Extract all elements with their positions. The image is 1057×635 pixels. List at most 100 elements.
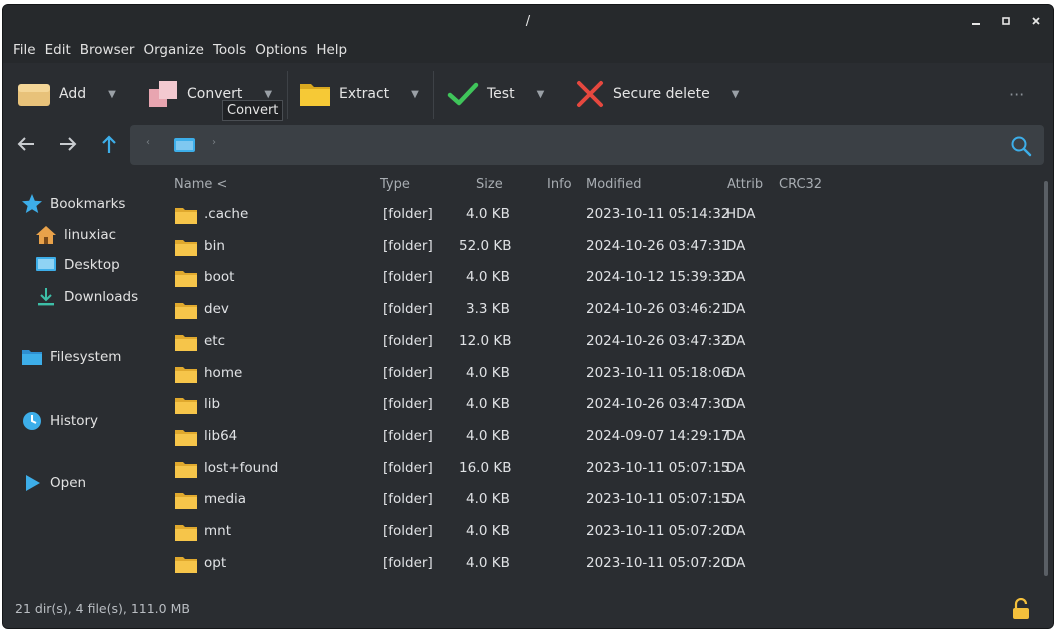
menu-browser[interactable]: Browser xyxy=(78,39,140,63)
folder-location-icon[interactable] xyxy=(174,137,196,153)
column-size[interactable]: Size xyxy=(476,177,503,192)
close-icon[interactable] xyxy=(1029,15,1043,29)
table-row[interactable]: home [folder] 4.0 KB 2023-10-11 05:18:06… xyxy=(163,359,1039,390)
column-crc32[interactable]: CRC32 xyxy=(779,177,822,192)
sidebar-label-history: History xyxy=(50,413,99,429)
column-name[interactable]: Name < xyxy=(174,177,227,192)
convert-dropdown-icon[interactable]: ▼ xyxy=(264,89,272,100)
file-attrib: DA xyxy=(726,396,746,413)
file-type: [folder] xyxy=(383,332,433,349)
test-button[interactable]: Test ▼ xyxy=(447,77,544,111)
extract-button[interactable]: Extract ▼ xyxy=(299,77,419,111)
more-options-icon[interactable]: ··· xyxy=(1009,77,1024,111)
sidebar-label-desktop: Desktop xyxy=(64,257,120,273)
file-attrib: DA xyxy=(726,237,746,254)
menu-options[interactable]: Options xyxy=(253,39,312,63)
file-modified: 2024-10-26 03:47:30 xyxy=(586,396,730,413)
file-modified: 2024-09-07 14:29:17 xyxy=(586,427,730,444)
column-attrib[interactable]: Attrib xyxy=(727,177,767,192)
sidebar-label-linuxiac: linuxiac xyxy=(64,227,117,243)
sidebar-item-open[interactable]: Open xyxy=(21,472,86,494)
column-info[interactable]: Info xyxy=(547,177,572,192)
file-size: 52.0 KB xyxy=(459,237,512,254)
file-size: 4.0 KB xyxy=(466,269,510,286)
toolbar-separator xyxy=(433,71,434,119)
up-arrow-icon[interactable] xyxy=(98,133,120,161)
sidebar-label-open: Open xyxy=(50,475,87,491)
secure-delete-button[interactable]: Secure delete ▼ xyxy=(575,77,739,111)
sidebar-label-filesystem: Filesystem xyxy=(50,349,122,365)
add-label: Add xyxy=(59,86,87,102)
file-name: lib64 xyxy=(204,427,238,444)
back-arrow-icon[interactable] xyxy=(15,133,37,161)
file-attrib: DA xyxy=(726,427,746,444)
sidebar-item-filesystem[interactable]: Filesystem xyxy=(21,348,121,366)
table-row[interactable]: lib64 [folder] 4.0 KB 2024-09-07 14:29:1… xyxy=(163,422,1039,453)
forward-arrow-icon[interactable] xyxy=(57,133,79,161)
table-row[interactable]: boot [folder] 4.0 KB 2024-10-12 15:39:32… xyxy=(163,263,1039,294)
add-dropdown-icon[interactable]: ▼ xyxy=(108,89,116,100)
table-row[interactable]: bin [folder] 52.0 KB 2024-10-26 03:47:31… xyxy=(163,232,1039,263)
file-size: 4.0 KB xyxy=(466,364,510,381)
table-row[interactable]: etc [folder] 12.0 KB 2024-10-26 03:47:32… xyxy=(163,327,1039,358)
menu-help[interactable]: Help xyxy=(314,39,352,63)
app-window: / File Edit Browser Organize Tools Optio… xyxy=(2,4,1054,629)
file-type: [folder] xyxy=(383,364,433,381)
table-row[interactable]: lib [folder] 4.0 KB 2024-10-26 03:47:30 … xyxy=(163,390,1039,421)
folder-icon xyxy=(175,525,197,541)
file-attrib: DA xyxy=(726,364,746,381)
file-name: .cache xyxy=(204,206,249,222)
chevron-right-icon[interactable]: › xyxy=(212,137,216,148)
extract-dropdown-icon[interactable]: ▼ xyxy=(411,89,419,100)
secure-delete-dropdown-icon[interactable]: ▼ xyxy=(732,89,740,100)
delete-x-icon xyxy=(577,81,603,107)
menu-tools[interactable]: Tools xyxy=(211,39,251,63)
add-button[interactable]: Add ▼ xyxy=(17,77,116,111)
column-modified[interactable]: Modified xyxy=(586,177,641,192)
column-type[interactable]: Type xyxy=(380,177,410,192)
menu-file[interactable]: File xyxy=(11,39,41,63)
file-attrib: DA xyxy=(726,269,746,286)
address-bar[interactable]: ‹ › xyxy=(130,125,1044,165)
file-name: lost+found xyxy=(204,459,279,476)
file-size: 4.0 KB xyxy=(466,523,510,539)
sidebar-item-linuxiac[interactable]: linuxiac xyxy=(35,224,116,246)
table-row[interactable]: media [folder] 4.0 KB 2023-10-11 05:07:1… xyxy=(163,485,1039,516)
folder-extract-icon xyxy=(300,84,330,106)
file-size: 4.0 KB xyxy=(466,396,510,413)
menu-organize[interactable]: Organize xyxy=(141,39,208,63)
scrollbar-thumb[interactable] xyxy=(1044,181,1048,576)
table-row[interactable]: mnt [folder] 4.0 KB 2023-10-11 05:07:20 … xyxy=(163,517,1039,548)
test-dropdown-icon[interactable]: ▼ xyxy=(537,89,545,100)
table-row[interactable]: .cache [folder] 4.0 KB 2023-10-11 05:14:… xyxy=(163,200,1039,231)
sidebar-item-desktop[interactable]: Desktop xyxy=(35,255,120,275)
file-name: home xyxy=(204,364,243,381)
minimize-icon[interactable] xyxy=(969,15,983,29)
folder-icon xyxy=(175,366,197,383)
table-row[interactable]: dev [folder] 3.3 KB 2024-10-26 03:46:21 … xyxy=(163,295,1039,326)
toolbar-separator xyxy=(287,71,288,119)
title-bar[interactable]: / xyxy=(3,5,1053,39)
file-type: [folder] xyxy=(383,206,433,222)
file-size: 3.3 KB xyxy=(466,301,510,318)
sidebar-item-history[interactable]: History xyxy=(21,410,98,432)
file-name: etc xyxy=(204,332,226,349)
sidebar-item-downloads[interactable]: Downloads xyxy=(35,286,138,308)
file-modified: 2023-10-11 05:07:20 xyxy=(586,523,730,539)
download-icon xyxy=(38,288,54,306)
folder-icon xyxy=(175,398,197,415)
unlock-icon[interactable] xyxy=(1011,598,1031,620)
file-size: 16.0 KB xyxy=(459,459,512,476)
chevron-left-icon[interactable]: ‹ xyxy=(146,137,150,148)
search-icon[interactable] xyxy=(1010,135,1032,157)
table-row[interactable]: opt [folder] 4.0 KB 2023-10-11 05:07:20 … xyxy=(163,549,1039,580)
file-name: opt xyxy=(204,554,227,571)
table-row[interactable]: lost+found [folder] 16.0 KB 2023-10-11 0… xyxy=(163,454,1039,485)
maximize-icon[interactable] xyxy=(999,15,1013,29)
convert-tooltip: Convert xyxy=(222,100,284,121)
extract-label: Extract xyxy=(339,86,390,102)
file-size: 4.0 KB xyxy=(466,427,510,444)
file-name: lib xyxy=(204,396,221,413)
folder-icon xyxy=(175,239,197,256)
menu-edit[interactable]: Edit xyxy=(43,39,76,63)
